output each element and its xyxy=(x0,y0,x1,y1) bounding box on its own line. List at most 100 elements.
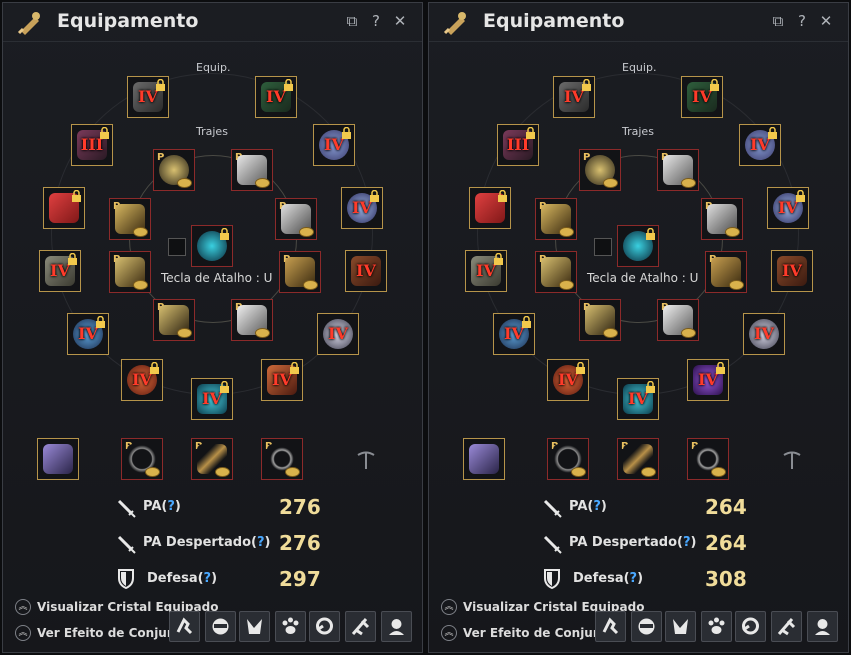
outfit-slot-necklace[interactable]: P xyxy=(579,149,621,191)
section-label-outfits: Trajes xyxy=(622,125,654,138)
close-icon[interactable]: ✕ xyxy=(818,13,834,29)
outfit-slot-gloves[interactable]: P xyxy=(535,251,577,293)
copy-icon[interactable]: ⧉ xyxy=(344,13,360,29)
outfit-slot-underwear[interactable]: P xyxy=(657,299,699,341)
chevron-up-icon: ︽ xyxy=(15,625,31,641)
outfit-slot-armor[interactable]: P xyxy=(701,198,743,240)
outfit-slot-weapon[interactable]: P xyxy=(705,251,747,293)
slot-awakening-weapon[interactable]: IV xyxy=(261,359,303,401)
outfit-slot-awakening[interactable]: P xyxy=(153,299,195,341)
slot-awakening-weapon[interactable]: IV xyxy=(687,359,729,401)
defense-help[interactable]: ? xyxy=(630,571,638,586)
chevron-up-icon: ︽ xyxy=(441,599,457,615)
ap-help[interactable]: ? xyxy=(593,499,601,514)
set-effect-button-5[interactable] xyxy=(735,611,766,642)
help-icon[interactable]: ? xyxy=(368,13,384,29)
ap-value: 264 xyxy=(705,495,747,519)
set-effect-button-7[interactable] xyxy=(381,611,412,642)
slot-ring-2[interactable]: IV xyxy=(313,124,355,166)
slot-earring-2[interactable]: IV xyxy=(743,313,785,355)
outfit-slot-gloves[interactable]: P xyxy=(109,251,151,293)
lock-icon xyxy=(526,127,535,139)
slot-belt[interactable]: IV xyxy=(771,250,813,292)
outfit-slot-chest[interactable]: P xyxy=(231,149,273,191)
help-icon[interactable]: ? xyxy=(794,13,810,29)
slot-chest[interactable]: IV xyxy=(255,76,297,118)
lock-icon xyxy=(646,228,655,240)
slot-lifeskill-tool-2[interactable]: P xyxy=(617,438,659,480)
titlebar[interactable]: Equipamento ⧉ ? ✕ xyxy=(3,3,422,42)
lock-icon xyxy=(72,190,81,202)
slot-ring-2[interactable]: IV xyxy=(739,124,781,166)
slot-necklace[interactable]: IV xyxy=(121,359,163,401)
lock-icon xyxy=(156,79,165,91)
lock-icon xyxy=(646,381,655,393)
slot-alchemy-stone[interactable] xyxy=(43,187,85,229)
set-effect-button-2[interactable] xyxy=(631,611,662,642)
shield-icon xyxy=(544,569,560,589)
slot-belt[interactable]: IV xyxy=(345,250,387,292)
close-icon[interactable]: ✕ xyxy=(392,13,408,29)
titlebar[interactable]: Equipamento ⧉ ? ✕ xyxy=(429,3,848,42)
slot-lifeskill-tool-3[interactable]: P xyxy=(687,438,729,480)
outfit-slot-armor[interactable]: P xyxy=(275,198,317,240)
slot-earring-2[interactable]: IV xyxy=(317,313,359,355)
slot-earring-1[interactable]: IV xyxy=(493,313,535,355)
outfit-slot-weapon[interactable]: P xyxy=(279,251,321,293)
slot-lightstone[interactable] xyxy=(191,225,233,267)
set-effect-button-1[interactable] xyxy=(595,611,626,642)
slot-boots[interactable]: IV xyxy=(465,250,507,292)
defense-value: 297 xyxy=(279,567,321,591)
slot-gloves[interactable]: III xyxy=(71,124,113,166)
awakening-ap-label: PA Despertado(?) xyxy=(143,535,271,550)
set-effect-button-4[interactable] xyxy=(275,611,306,642)
outfit-toggle-checkbox[interactable] xyxy=(168,238,186,256)
slot-gloves[interactable]: III xyxy=(497,124,539,166)
set-effect-button-6[interactable] xyxy=(345,611,376,642)
outfit-slot-shoes[interactable]: P xyxy=(109,198,151,240)
outfit-slot-necklace[interactable]: P xyxy=(153,149,195,191)
slot-helmet[interactable]: IV xyxy=(553,76,595,118)
outfit-slot-underwear[interactable]: P xyxy=(231,299,273,341)
section-label-outfits: Trajes xyxy=(196,125,228,138)
defense-help[interactable]: ? xyxy=(204,571,212,586)
set-effect-button-3[interactable] xyxy=(665,611,696,642)
lock-icon xyxy=(796,190,805,202)
slot-earring-1[interactable]: IV xyxy=(67,313,109,355)
set-effect-button-3[interactable] xyxy=(239,611,270,642)
slot-lifeskill-tool-1[interactable]: P xyxy=(121,438,163,480)
slot-book[interactable] xyxy=(463,438,505,480)
copy-icon[interactable]: ⧉ xyxy=(770,13,786,29)
slot-lifeskill-tool-2[interactable]: P xyxy=(191,438,233,480)
set-effect-button-5[interactable] xyxy=(309,611,340,642)
outfit-slot-shoes[interactable]: P xyxy=(535,198,577,240)
set-effect-button-7[interactable] xyxy=(807,611,838,642)
slot-necklace[interactable]: IV xyxy=(547,359,589,401)
slot-main-weapon[interactable]: IV xyxy=(617,378,659,420)
ap-help[interactable]: ? xyxy=(167,499,175,514)
slot-lifeskill-tool-3[interactable]: P xyxy=(261,438,303,480)
slot-main-weapon[interactable]: IV xyxy=(191,378,233,420)
set-effect-button-1[interactable] xyxy=(169,611,200,642)
slot-alchemy-stone[interactable] xyxy=(469,187,511,229)
outfit-slot-chest[interactable]: P xyxy=(657,149,699,191)
set-effect-button-6[interactable] xyxy=(771,611,802,642)
slot-lightstone[interactable] xyxy=(617,225,659,267)
slot-lifeskill-tool-1[interactable]: P xyxy=(547,438,589,480)
pickaxe-icon[interactable] xyxy=(781,449,803,471)
awakening-ap-help[interactable]: ? xyxy=(683,535,691,550)
set-effect-button-4[interactable] xyxy=(701,611,732,642)
slot-boots[interactable]: IV xyxy=(39,250,81,292)
slot-ring-1[interactable]: IV xyxy=(341,187,383,229)
set-effect-button-2[interactable] xyxy=(205,611,236,642)
awakening-ap-help[interactable]: ? xyxy=(257,535,265,550)
slot-book[interactable] xyxy=(37,438,79,480)
hotkey-label: Tecla de Atalho : U xyxy=(587,271,699,285)
slot-chest[interactable]: IV xyxy=(681,76,723,118)
lock-icon xyxy=(290,362,299,374)
slot-ring-1[interactable]: IV xyxy=(767,187,809,229)
outfit-toggle-checkbox[interactable] xyxy=(594,238,612,256)
pickaxe-icon[interactable] xyxy=(355,449,377,471)
outfit-slot-awakening[interactable]: P xyxy=(579,299,621,341)
slot-helmet[interactable]: IV xyxy=(127,76,169,118)
